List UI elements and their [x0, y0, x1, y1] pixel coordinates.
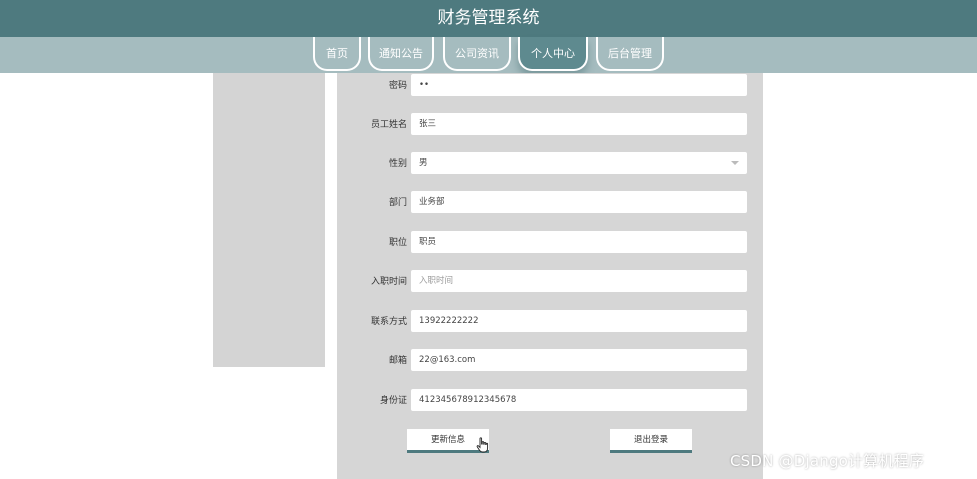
- employee-name-field[interactable]: 张三: [411, 113, 747, 135]
- tab-personal-center[interactable]: 个人中心: [518, 37, 588, 71]
- tab-admin[interactable]: 后台管理: [596, 37, 664, 71]
- phone-label: 联系方式: [370, 317, 407, 327]
- logout-button[interactable]: 退出登录: [610, 429, 692, 453]
- id-card-field[interactable]: 412345678912345678: [411, 389, 747, 411]
- nav-bar: 首页 通知公告 公司资讯 个人中心 后台管理: [0, 37, 977, 73]
- page: 财务管理系统 首页 通知公告 公司资讯 个人中心 后台管理 密码 •• 员工姓名…: [0, 0, 977, 479]
- hand-cursor-icon: [476, 437, 489, 453]
- gender-label: 性别: [388, 159, 407, 169]
- department-label: 部门: [388, 198, 407, 208]
- phone-field[interactable]: 13922222222: [411, 310, 747, 332]
- password-label: 密码: [388, 81, 407, 91]
- app-title: 财务管理系统: [437, 8, 540, 28]
- chevron-down-icon: [731, 161, 739, 165]
- tab-company-news[interactable]: 公司资讯: [443, 37, 511, 71]
- employee-name-label: 员工姓名: [370, 120, 407, 130]
- tab-notices[interactable]: 通知公告: [368, 37, 434, 71]
- csdn-watermark: CSDN @Django计算机程序: [730, 452, 925, 470]
- hire-date-field[interactable]: 入职时间: [411, 270, 747, 292]
- hire-date-label: 入职时间: [370, 277, 407, 287]
- header-bar: 财务管理系统: [0, 0, 977, 37]
- gender-select[interactable]: 男: [411, 152, 747, 174]
- email-label: 邮箱: [388, 356, 407, 366]
- id-card-label: 身份证: [379, 396, 407, 406]
- position-label: 职位: [388, 238, 407, 248]
- email-field[interactable]: 22@163.com: [411, 349, 747, 371]
- tab-home[interactable]: 首页: [313, 37, 361, 71]
- department-field[interactable]: 业务部: [411, 191, 747, 213]
- gender-value: 男: [419, 158, 428, 168]
- password-field[interactable]: ••: [411, 74, 747, 96]
- position-field[interactable]: 职员: [411, 231, 747, 253]
- sidebar-panel: [213, 73, 325, 367]
